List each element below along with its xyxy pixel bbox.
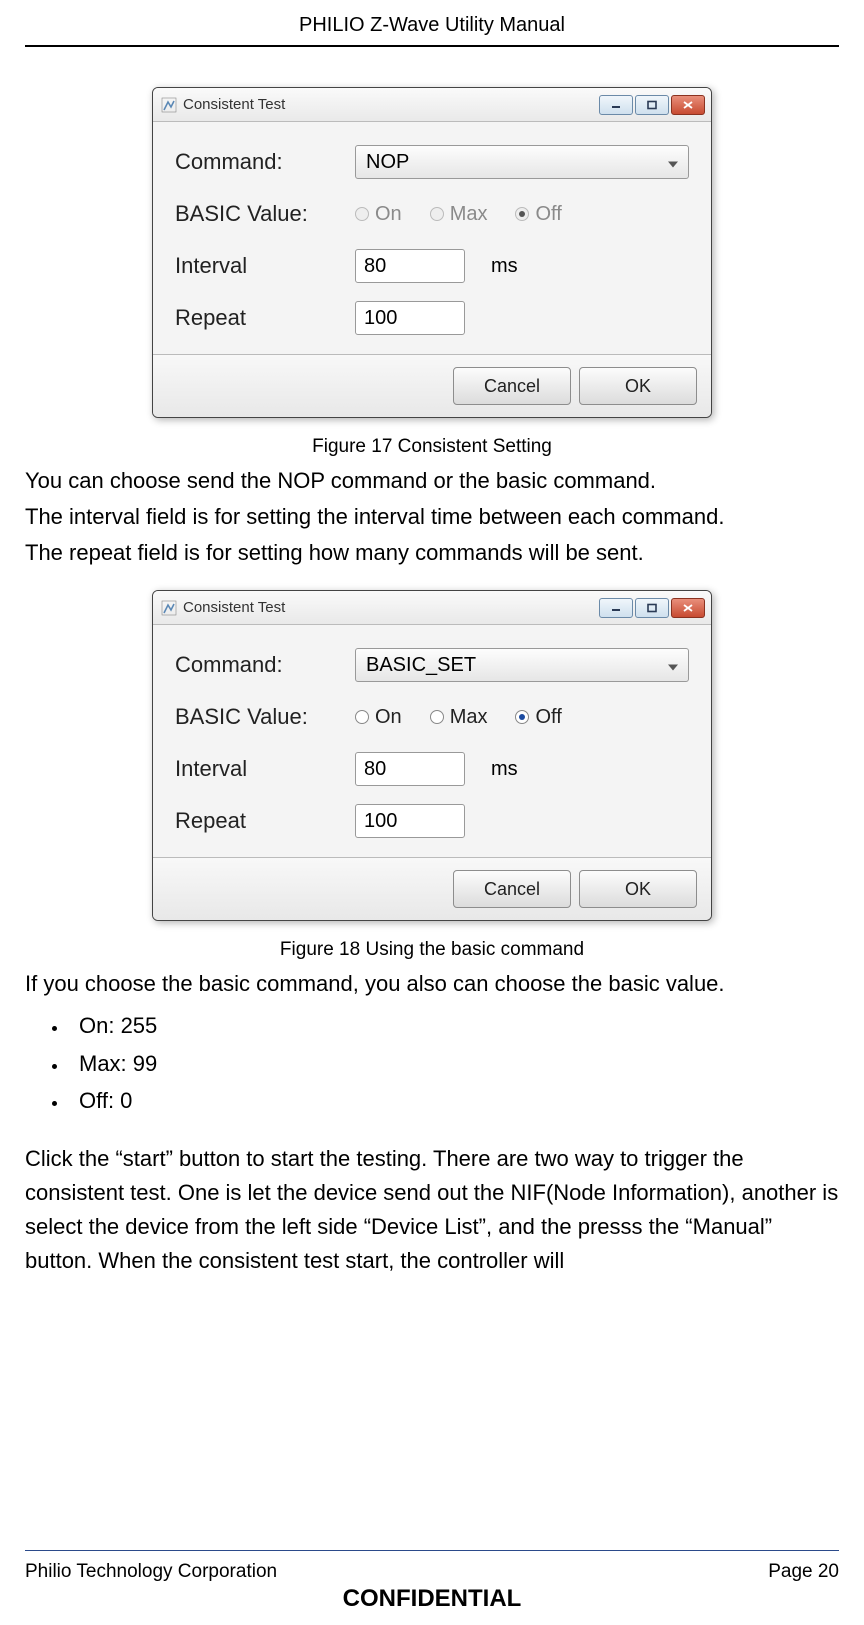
radio-max[interactable]: Max <box>430 706 488 729</box>
consistent-test-dialog: Consistent Test Command: NOP BASIC Value… <box>152 87 712 418</box>
maximize-button[interactable] <box>635 598 669 618</box>
ok-button[interactable]: OK <box>579 870 697 908</box>
command-value: BASIC_SET <box>366 654 476 677</box>
repeat-input[interactable]: 100 <box>355 804 465 838</box>
command-label: Command: <box>175 652 355 678</box>
figure17-dialog-wrap: Consistent Test Command: NOP BASIC Value… <box>25 87 839 418</box>
header-rule <box>25 45 839 47</box>
window-titlebar: Consistent Test <box>153 88 711 122</box>
paragraph: If you choose the basic command, you als… <box>25 967 839 1001</box>
interval-unit: ms <box>491 255 518 278</box>
maximize-button[interactable] <box>635 95 669 115</box>
figure18-caption: Figure 18 Using the basic command <box>25 939 839 961</box>
footer-page-number: Page 20 <box>768 1561 839 1583</box>
interval-input[interactable]: 80 <box>355 249 465 283</box>
consistent-test-dialog: Consistent Test Command: BASIC_SET BASIC… <box>152 590 712 921</box>
cancel-button[interactable]: Cancel <box>453 367 571 405</box>
dialog-body: Command: NOP BASIC Value: On Max Off Int… <box>153 122 711 354</box>
footer-rule <box>25 1550 839 1551</box>
paragraph: Click the “start” button to start the te… <box>25 1142 839 1278</box>
command-label: Command: <box>175 149 355 175</box>
window-controls <box>599 95 705 115</box>
basic-value-label: BASIC Value: <box>175 201 355 227</box>
footer-confidential: CONFIDENTIAL <box>25 1585 839 1613</box>
radio-max[interactable]: Max <box>430 203 488 226</box>
app-icon <box>161 97 177 113</box>
page-footer: Philio Technology Corporation Page 20 CO… <box>25 1561 839 1613</box>
paragraph: The repeat field is for setting how many… <box>25 536 839 570</box>
interval-label: Interval <box>175 253 355 279</box>
doc-header-title: PHILIO Z-Wave Utility Manual <box>25 14 839 37</box>
dialog-footer: Cancel OK <box>153 354 711 417</box>
footer-company: Philio Technology Corporation <box>25 1561 277 1583</box>
figure18-dialog-wrap: Consistent Test Command: BASIC_SET BASIC… <box>25 590 839 921</box>
basic-value-label: BASIC Value: <box>175 704 355 730</box>
radio-on[interactable]: On <box>355 203 402 226</box>
chevron-down-icon <box>668 654 678 677</box>
repeat-label: Repeat <box>175 808 355 834</box>
cancel-button[interactable]: Cancel <box>453 870 571 908</box>
window-titlebar: Consistent Test <box>153 591 711 625</box>
list-item: Max: 99 <box>69 1045 839 1082</box>
command-value: NOP <box>366 151 409 174</box>
list-item: Off: 0 <box>69 1082 839 1119</box>
chevron-down-icon <box>668 151 678 174</box>
basic-value-radiogroup: On Max Off <box>355 203 562 226</box>
dialog-body: Command: BASIC_SET BASIC Value: On Max O… <box>153 625 711 857</box>
app-icon <box>161 600 177 616</box>
command-dropdown[interactable]: BASIC_SET <box>355 648 689 682</box>
window-title: Consistent Test <box>183 96 599 113</box>
ok-button[interactable]: OK <box>579 367 697 405</box>
command-dropdown[interactable]: NOP <box>355 145 689 179</box>
window-controls <box>599 598 705 618</box>
paragraph: You can choose send the NOP command or t… <box>25 464 839 498</box>
figure17-caption: Figure 17 Consistent Setting <box>25 436 839 458</box>
minimize-button[interactable] <box>599 95 633 115</box>
minimize-button[interactable] <box>599 598 633 618</box>
paragraph: The interval field is for setting the in… <box>25 500 839 534</box>
list-item: On: 255 <box>69 1007 839 1044</box>
close-button[interactable] <box>671 598 705 618</box>
window-title: Consistent Test <box>183 599 599 616</box>
interval-input[interactable]: 80 <box>355 752 465 786</box>
close-button[interactable] <box>671 95 705 115</box>
dialog-footer: Cancel OK <box>153 857 711 920</box>
interval-label: Interval <box>175 756 355 782</box>
interval-unit: ms <box>491 758 518 781</box>
radio-off[interactable]: Off <box>515 706 561 729</box>
basic-value-list: On: 255 Max: 99 Off: 0 <box>25 1007 839 1119</box>
repeat-label: Repeat <box>175 305 355 331</box>
radio-off[interactable]: Off <box>515 203 561 226</box>
repeat-input[interactable]: 100 <box>355 301 465 335</box>
radio-on[interactable]: On <box>355 706 402 729</box>
basic-value-radiogroup: On Max Off <box>355 706 562 729</box>
